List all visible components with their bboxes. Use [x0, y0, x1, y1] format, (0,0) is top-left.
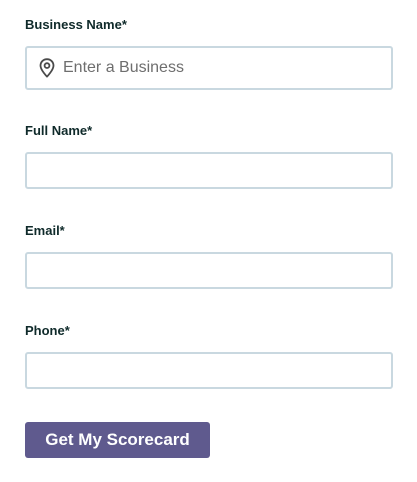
map-pin-icon [39, 58, 55, 78]
email-field[interactable] [25, 252, 393, 289]
phone-label: Phone* [25, 323, 70, 338]
full-name-field[interactable] [25, 152, 393, 189]
phone-field[interactable] [25, 352, 393, 389]
business-name-field[interactable] [25, 46, 393, 90]
full-name-label: Full Name* [25, 123, 93, 138]
email-label: Email* [25, 223, 65, 238]
scorecard-form: Business Name* Full Name* Email* Phone* … [0, 0, 417, 482]
business-name-label: Business Name* [25, 17, 127, 32]
phone-input[interactable] [27, 354, 391, 387]
full-name-input[interactable] [27, 154, 391, 187]
get-scorecard-button[interactable]: Get My Scorecard [25, 422, 210, 458]
business-name-input[interactable] [55, 48, 391, 88]
email-input[interactable] [27, 254, 391, 287]
